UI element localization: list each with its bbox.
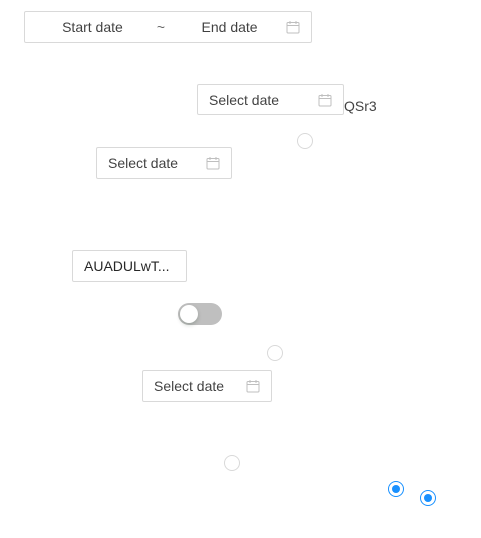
date-picker[interactable]: Select date <box>197 84 344 115</box>
radio-button-checked[interactable] <box>388 481 404 497</box>
start-date-input[interactable]: Start date <box>36 19 149 35</box>
calendar-icon <box>318 93 332 106</box>
radio-button-checked[interactable] <box>420 490 436 506</box>
range-separator: ~ <box>156 19 166 35</box>
calendar-icon <box>286 21 300 34</box>
date-picker-placeholder: Select date <box>209 91 280 108</box>
radio-button[interactable] <box>297 133 313 149</box>
toggle-switch[interactable] <box>178 303 222 325</box>
date-picker-placeholder: Select date <box>108 155 179 171</box>
switch-knob <box>180 305 198 323</box>
radio-button[interactable] <box>224 455 240 471</box>
calendar-icon <box>246 380 260 393</box>
text-input[interactable]: AUADULwT... <box>72 250 187 282</box>
date-range-picker[interactable]: Start date ~ End date <box>24 11 312 43</box>
date-picker[interactable]: Select date <box>142 370 272 402</box>
text-label: QSr3 <box>344 98 377 114</box>
end-date-input[interactable]: End date <box>173 19 286 35</box>
radio-button[interactable] <box>267 345 283 361</box>
calendar-icon <box>206 157 220 170</box>
date-picker-placeholder: Select date <box>154 378 225 394</box>
date-picker[interactable]: Select date <box>96 147 232 179</box>
